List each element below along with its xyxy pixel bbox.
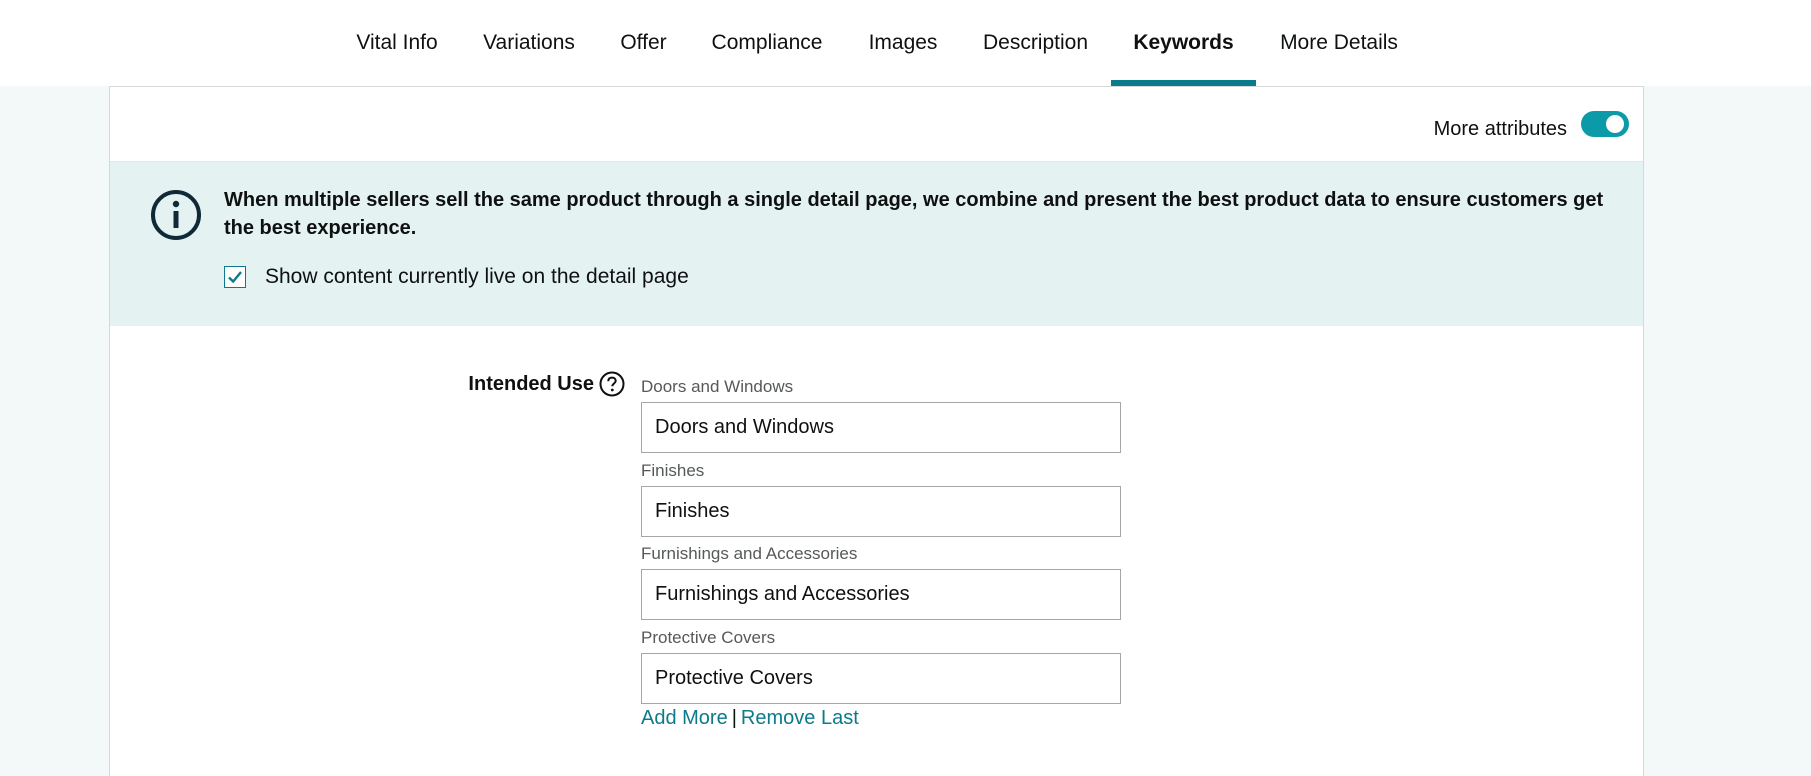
checkmark-icon xyxy=(228,271,242,284)
info-icon xyxy=(151,190,201,240)
intended-use-entry: Finishes xyxy=(641,461,704,481)
intended-use-input-3[interactable] xyxy=(641,569,1121,620)
tab-images[interactable]: Images xyxy=(867,0,939,86)
entry-actions: Add More | Remove Last xyxy=(641,707,859,730)
tab-keywords[interactable]: Keywords xyxy=(1131,0,1236,86)
intended-use-entry: Protective Covers xyxy=(641,628,775,648)
tab-variations[interactable]: Variations xyxy=(481,0,577,86)
entry-sublabel: Doors and Windows xyxy=(641,377,794,396)
entry-sublabel: Protective Covers xyxy=(641,628,776,647)
more-attributes-label: More attributes xyxy=(1433,118,1567,140)
entry-sublabel: Furnishings and Accessories xyxy=(641,544,858,563)
tab-offer[interactable]: Offer xyxy=(619,0,668,86)
show-live-content-label: Show content currently live on the detai… xyxy=(265,265,689,288)
tab-more-details[interactable]: More Details xyxy=(1278,0,1400,86)
tab-vital-info[interactable]: Vital Info xyxy=(354,0,440,86)
add-more-link[interactable]: Add More xyxy=(641,707,728,729)
tab-bar: Vital Info Variations Offer Compliance I… xyxy=(0,0,1811,86)
intended-use-input-1[interactable] xyxy=(641,402,1121,453)
intended-use-label: Intended Use xyxy=(468,373,594,395)
intended-use-entry: Doors and Windows xyxy=(641,377,793,397)
info-notice: When multiple sellers sell the same prod… xyxy=(110,162,1643,326)
remove-last-link[interactable]: Remove Last xyxy=(741,707,859,729)
attributes-bar: More attributes xyxy=(110,87,1643,162)
notice-text: When multiple sellers sell the same prod… xyxy=(224,189,1604,239)
entry-sublabel: Finishes xyxy=(641,461,705,480)
show-live-content-checkbox[interactable] xyxy=(224,266,246,288)
intended-use-entry: Furnishings and Accessories xyxy=(641,544,857,564)
question-circle-icon[interactable] xyxy=(599,371,625,397)
link-separator: | xyxy=(731,707,737,729)
show-live-content-option[interactable]: Show content currently live on the detai… xyxy=(224,264,689,290)
keywords-panel: More attributes When multiple sellers se… xyxy=(109,86,1644,776)
more-attributes-toggle[interactable] xyxy=(1581,111,1629,137)
intended-use-input-4[interactable] xyxy=(641,653,1121,704)
toggle-knob xyxy=(1606,115,1624,133)
tab-compliance[interactable]: Compliance xyxy=(711,0,823,86)
tab-description[interactable]: Description xyxy=(981,0,1090,86)
intended-use-input-2[interactable] xyxy=(641,486,1121,537)
